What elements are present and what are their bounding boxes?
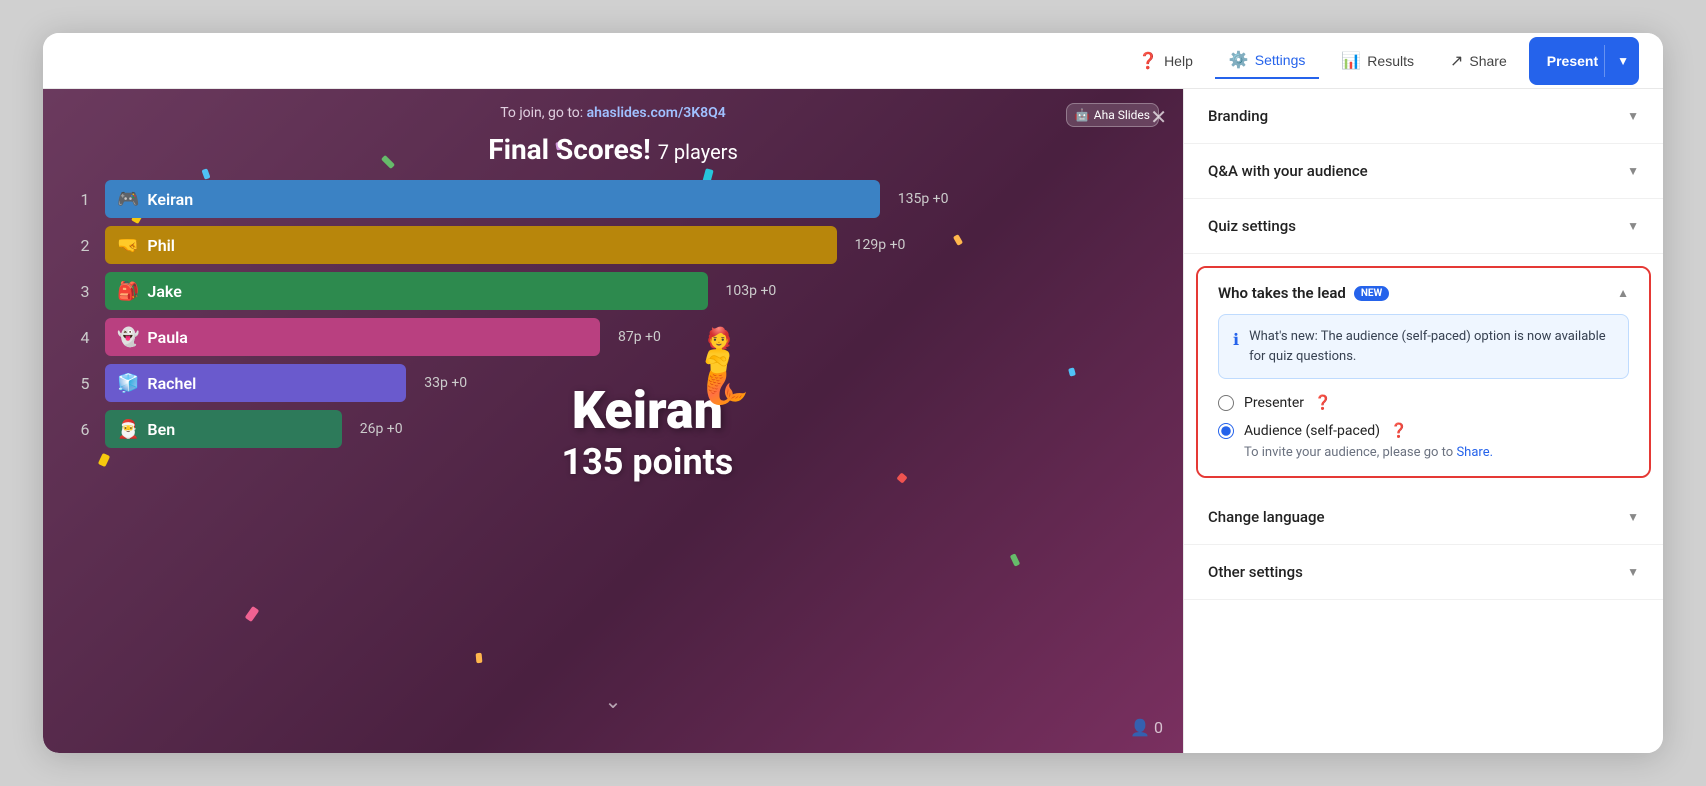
lead-section-wrapper: Who takes the lead NEW ▲ ℹ What's new: T… [1184,254,1663,490]
qa-section: Q&A with your audience ▼ [1184,144,1663,199]
lead-content: ℹ What's new: The audience (self-paced) … [1198,314,1649,476]
presenter-radio[interactable] [1218,395,1234,411]
join-prefix: To join, go to: [500,105,583,121]
invite-text-label: To invite your audience, please go to [1244,445,1453,460]
preview-panel: ✕ To join, go to: ahaslides.com/3K8Q4 🤖 … [43,89,1183,753]
top-bar: ❓ Help ⚙️ Settings 📊 Results ↗ Share Pre… [43,33,1663,89]
branding-section: Branding ▼ [1184,89,1663,144]
quiz-header[interactable]: Quiz settings ▼ [1184,199,1663,253]
aha-badge: 🤖 Aha Slides [1066,103,1159,127]
qa-label: Q&A with your audience [1208,162,1368,180]
present-arrow-icon[interactable]: ▼ [1607,54,1639,68]
app-container: ❓ Help ⚙️ Settings 📊 Results ↗ Share Pre… [43,33,1663,753]
share-button[interactable]: ↗ Share [1436,44,1521,78]
audience-radio[interactable] [1218,423,1234,439]
lead-title: Who takes the lead NEW [1218,284,1389,302]
chevron-down-icon: ▼ [1627,510,1639,524]
branding-header[interactable]: Branding ▼ [1184,89,1663,143]
table-row: 1 🎮 Keiran 135p +0 [75,180,1151,218]
presenter-label: Presenter [1244,395,1304,411]
share-icon: ↗ [1450,51,1463,71]
chevron-down-icon: ▼ [1627,109,1639,123]
lead-header[interactable]: Who takes the lead NEW ▲ [1198,268,1649,314]
confetti [476,653,483,663]
table-row: 2 🤜 Phil 129p +0 [75,226,1151,264]
overlay-points: 135 points [561,441,733,483]
results-icon: 📊 [1341,51,1361,71]
branding-label: Branding [1208,107,1268,125]
user-count: 👤 0 [1130,718,1163,737]
present-label: Present [1547,53,1602,69]
aha-icon: 🤖 [1075,108,1090,122]
user-icon: 👤 [1130,718,1150,737]
score-bar-2: 🤜 Phil [105,226,837,264]
confetti [1010,553,1021,566]
lead-info-text: What's new: The audience (self-paced) op… [1249,327,1614,366]
chevron-down-icon: ▼ [1627,219,1639,233]
invite-text: To invite your audience, please go to Sh… [1244,445,1629,460]
help-presenter-icon[interactable]: ❓ [1314,395,1331,411]
present-divider [1604,45,1605,77]
qa-header[interactable]: Q&A with your audience ▼ [1184,144,1663,198]
language-section: Change language ▼ [1184,490,1663,545]
preview-title: Final Scores! 7 players [43,129,1183,170]
table-row: 4 👻 Paula 87p +0 [75,318,1151,356]
overlay-character: 🧜 [674,330,764,402]
language-label: Change language [1208,508,1325,526]
info-icon: ℹ [1233,328,1239,366]
new-badge: NEW [1354,286,1389,301]
audience-label: Audience (self-paced) [1244,423,1380,439]
help-icon: ❓ [1138,51,1158,71]
score-bar-5: 🧊 Rachel [105,364,406,402]
chevron-down-icon: ▼ [1627,565,1639,579]
final-scores-text: Final Scores! [488,133,651,166]
present-button[interactable]: Present ▼ [1529,37,1639,85]
confetti [896,472,907,483]
main-content: ✕ To join, go to: ahaslides.com/3K8Q4 🤖 … [43,89,1663,753]
score-bar-3: 🎒 Jake [105,272,708,310]
preview-inner: ✕ To join, go to: ahaslides.com/3K8Q4 🤖 … [43,89,1183,753]
quiz-section: Quiz settings ▼ [1184,199,1663,254]
overlay-popup: Keiran 135 points 🧜 [561,380,733,483]
user-count-value: 0 [1154,718,1163,737]
score-bar-6: 🎅 Ben [105,410,342,448]
lead-section: Who takes the lead NEW ▲ ℹ What's new: T… [1196,266,1651,478]
close-button[interactable]: ✕ [1150,105,1167,130]
help-button[interactable]: ❓ Help [1124,44,1207,78]
results-button[interactable]: 📊 Results [1327,44,1428,78]
settings-icon: ⚙️ [1229,50,1249,70]
score-bar-1: 🎮 Keiran [105,180,880,218]
presenter-option: Presenter ❓ [1218,395,1629,411]
other-settings-header[interactable]: Other settings ▼ [1184,545,1663,599]
chevron-up-icon: ▲ [1617,286,1629,300]
help-audience-icon[interactable]: ❓ [1390,423,1407,439]
other-settings-label: Other settings [1208,563,1303,581]
share-link[interactable]: Share. [1456,445,1493,460]
table-row: 3 🎒 Jake 103p +0 [75,272,1151,310]
scroll-down-icon[interactable]: ⌄ [605,689,622,713]
settings-panel: Branding ▼ Q&A with your audience ▼ Quiz… [1183,89,1663,753]
language-header[interactable]: Change language ▼ [1184,490,1663,544]
join-url: ahaslides.com/3K8Q4 [587,105,726,121]
other-settings-section: Other settings ▼ [1184,545,1663,600]
score-bar-4: 👻 Paula [105,318,600,356]
preview-top: To join, go to: ahaslides.com/3K8Q4 🤖 Ah… [43,89,1183,129]
info-box: ℹ What's new: The audience (self-paced) … [1218,314,1629,379]
confetti [245,606,260,622]
audience-option: Audience (self-paced) ❓ [1218,423,1629,439]
players-count: 7 players [658,140,738,164]
lead-label: Who takes the lead [1218,284,1346,302]
chevron-down-icon: ▼ [1627,164,1639,178]
quiz-label: Quiz settings [1208,217,1296,235]
settings-button[interactable]: ⚙️ Settings [1215,43,1320,79]
